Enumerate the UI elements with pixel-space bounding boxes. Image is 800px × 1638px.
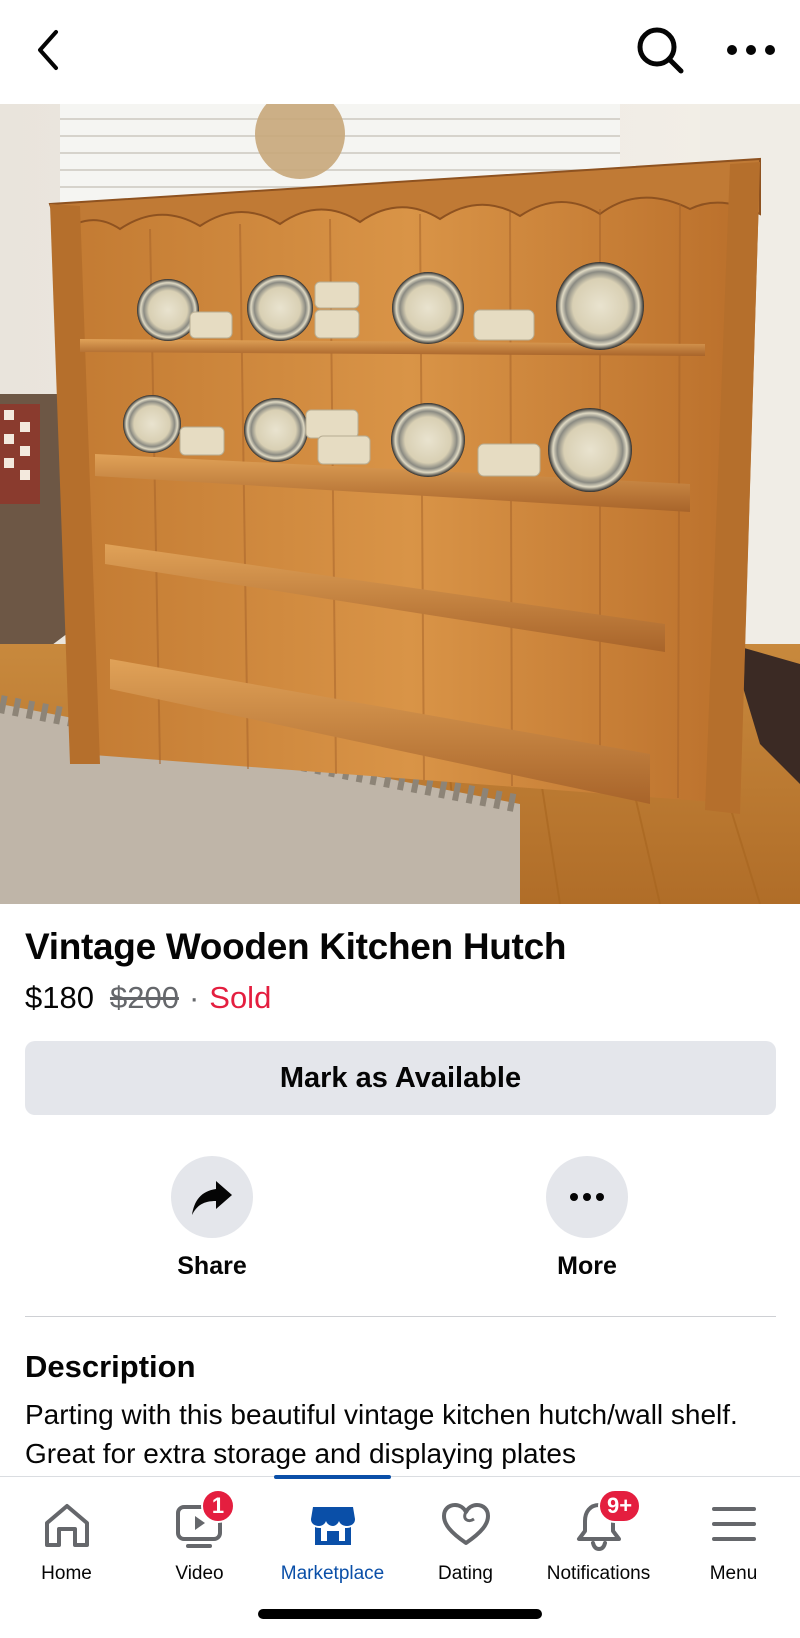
more-icon-circle[interactable] xyxy=(546,1156,628,1238)
nav-label-home: Home xyxy=(41,1563,92,1584)
nav-label-marketplace: Marketplace xyxy=(280,1563,385,1584)
nav-dating[interactable]: Dating xyxy=(399,1477,532,1597)
search-button[interactable] xyxy=(632,22,688,78)
nav-video[interactable]: 1 Video xyxy=(133,1477,266,1597)
nav-notifications[interactable]: 9+ Notifications xyxy=(532,1477,665,1597)
price-separator: · xyxy=(188,980,200,1015)
search-icon xyxy=(637,27,684,74)
active-tab-indicator xyxy=(274,1475,391,1479)
share-arrow-icon xyxy=(192,1181,232,1215)
nav-label-notifications: Notifications xyxy=(546,1563,651,1584)
video-badge: 1 xyxy=(201,1489,235,1523)
hutch-photo-illustration xyxy=(0,104,800,904)
chevron-left-icon xyxy=(38,30,58,70)
marketplace-icon xyxy=(310,1507,355,1545)
price-row: $180 $200 · Sold xyxy=(25,980,271,1016)
description-text: Parting with this beautiful vintage kitc… xyxy=(25,1399,738,1469)
back-button[interactable] xyxy=(28,24,76,76)
menu-icon xyxy=(711,1507,756,1541)
mark-as-available-button[interactable]: Mark as Available xyxy=(25,1041,776,1115)
home-icon xyxy=(44,1504,89,1547)
more-options-button[interactable] xyxy=(720,28,782,72)
top-bar xyxy=(0,0,800,104)
description-heading: Description xyxy=(25,1349,196,1384)
current-price: $180 xyxy=(25,980,94,1015)
nav-home[interactable]: Home xyxy=(0,1477,133,1597)
nav-label-menu: Menu xyxy=(709,1563,758,1584)
dating-heart-icon xyxy=(441,1503,490,1545)
listing-title: Vintage Wooden Kitchen Hutch xyxy=(25,926,567,967)
nav-label-dating: Dating xyxy=(438,1563,493,1584)
share-button[interactable]: Share xyxy=(132,1156,292,1281)
nav-marketplace[interactable]: Marketplace xyxy=(266,1475,399,1597)
more-button[interactable]: More xyxy=(507,1156,667,1281)
nav-menu[interactable]: Menu xyxy=(667,1477,800,1597)
nav-label-video: Video xyxy=(175,1563,224,1584)
share-label: Share xyxy=(177,1252,247,1280)
notifications-badge: 9+ xyxy=(598,1489,642,1523)
status-label: Sold xyxy=(209,980,272,1015)
share-icon-circle[interactable] xyxy=(171,1156,253,1238)
more-horizontal-icon xyxy=(570,1193,604,1201)
section-divider xyxy=(25,1316,776,1317)
more-label: More xyxy=(557,1252,617,1280)
home-indicator-bar[interactable] xyxy=(258,1609,542,1619)
more-horizontal-icon xyxy=(727,45,775,55)
listing-photo[interactable] xyxy=(0,104,800,904)
original-price: $200 xyxy=(109,980,179,1015)
